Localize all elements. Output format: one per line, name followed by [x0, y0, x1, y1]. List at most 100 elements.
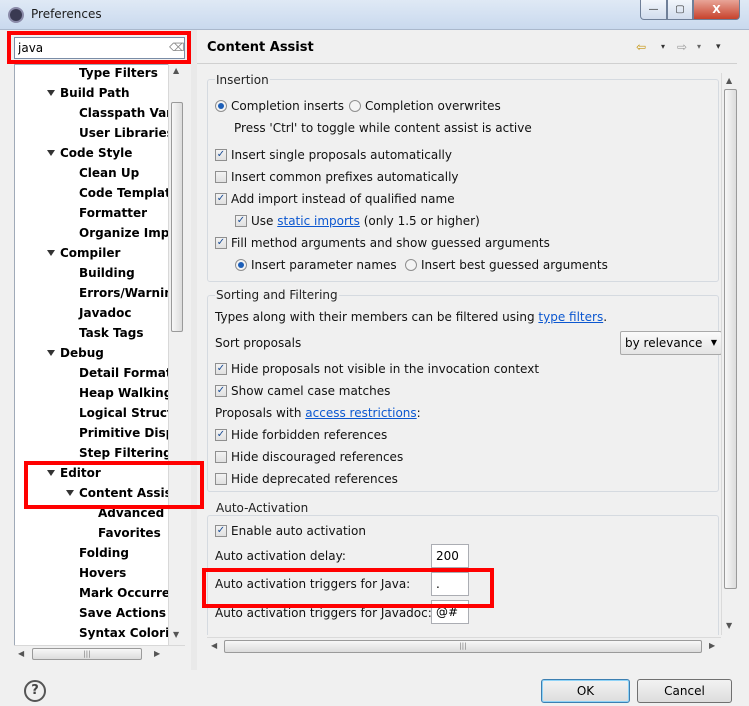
highlight-editor-content-assist: [24, 461, 204, 509]
checkbox-checked-icon[interactable]: ✓: [215, 237, 227, 249]
forward-arrow-icon[interactable]: ⇨: [677, 40, 687, 54]
tree-item[interactable]: Logical Structu: [15, 403, 183, 423]
scroll-right-arrow-icon[interactable]: ▶: [709, 641, 715, 650]
insertion-group-label: Insertion: [215, 73, 270, 87]
header-divider: [197, 63, 737, 64]
tree-item[interactable]: Code Style: [15, 143, 183, 163]
type-filters-text: Types along with their members can be fi…: [215, 310, 608, 324]
radio-unselected-icon[interactable]: [349, 100, 361, 112]
scroll-up-arrow-icon[interactable]: ▲: [726, 76, 732, 85]
tree-item[interactable]: Favorites: [15, 523, 183, 543]
checkbox-unchecked-icon[interactable]: [215, 171, 227, 183]
tree-item-label: Detail Formatt: [79, 366, 178, 380]
eclipse-app-icon: [8, 7, 24, 23]
access-restrictions-text: Proposals with access restrictions:: [215, 406, 421, 420]
tree-item[interactable]: Primitive Disp: [15, 423, 183, 443]
back-history-dropdown-icon[interactable]: ▾: [661, 42, 665, 51]
tree-item-label: Formatter: [79, 206, 148, 220]
tree-vertical-scrollbar[interactable]: ▲ ▼: [168, 64, 185, 646]
checkbox-checked-icon[interactable]: ✓: [215, 363, 227, 375]
tree-item-label: Step Filtering: [79, 446, 172, 460]
title-bar: Preferences — ▢ X: [0, 0, 749, 30]
expanded-triangle-icon[interactable]: [47, 250, 55, 256]
highlight-java-triggers: [202, 568, 494, 608]
content-hscroll-thumb[interactable]: |||: [224, 640, 702, 653]
radio-selected-icon[interactable]: [215, 100, 227, 112]
checkbox-checked-icon[interactable]: ✓: [215, 149, 227, 161]
preference-tree: Type Filters Build Path Classpath Vari User…: [14, 64, 184, 646]
tree-item[interactable]: Debug: [15, 343, 183, 363]
scroll-left-arrow-icon[interactable]: ◀: [211, 641, 217, 650]
scroll-down-arrow-icon[interactable]: ▼: [726, 621, 732, 630]
sort-proposals-select[interactable]: by relevance ▼: [620, 331, 722, 355]
auto-activation-group-label: Auto-Activation: [215, 501, 310, 515]
tree-item[interactable]: Hovers: [15, 563, 183, 583]
expanded-triangle-icon[interactable]: [47, 90, 55, 96]
checkbox-unchecked-icon[interactable]: [215, 473, 227, 485]
ok-button[interactable]: OK: [541, 679, 630, 703]
checkbox-unchecked-icon[interactable]: [215, 451, 227, 463]
tree-scroll-thumb[interactable]: [171, 102, 183, 332]
expanded-triangle-icon[interactable]: [47, 150, 55, 156]
content-horizontal-scrollbar[interactable]: ◀ ||| ▶: [207, 637, 721, 654]
maximize-button[interactable]: ▢: [667, 0, 693, 20]
tree-item[interactable]: Javadoc: [15, 303, 183, 323]
tree-item[interactable]: Code Templat: [15, 183, 183, 203]
minimize-button[interactable]: —: [640, 0, 667, 20]
tree-item[interactable]: Heap Walking: [15, 383, 183, 403]
view-menu-icon[interactable]: ▾: [716, 42, 721, 52]
checkbox-checked-icon[interactable]: ✓: [215, 385, 227, 397]
cancel-button[interactable]: Cancel: [637, 679, 732, 703]
radio-selected-icon[interactable]: [235, 259, 247, 271]
checkbox-checked-icon[interactable]: ✓: [215, 429, 227, 441]
scroll-left-arrow-icon[interactable]: ◀: [18, 649, 24, 658]
scroll-right-arrow-icon[interactable]: ▶: [154, 649, 160, 658]
scroll-down-arrow-icon[interactable]: ▼: [173, 630, 179, 639]
tree-item[interactable]: User Libraries: [15, 123, 183, 143]
tree-item[interactable]: Errors/Warnin: [15, 283, 183, 303]
tree-item[interactable]: Building: [15, 263, 183, 283]
checkbox-checked-icon[interactable]: ✓: [215, 525, 227, 537]
checkbox-checked-icon[interactable]: ✓: [215, 193, 227, 205]
delay-input[interactable]: 200: [431, 544, 469, 568]
tree-horizontal-scrollbar[interactable]: ◀ ||| ▶: [14, 645, 185, 662]
tree-item-label: Build Path: [60, 86, 130, 100]
tree-item[interactable]: Clean Up: [15, 163, 183, 183]
tree-item[interactable]: Save Actions: [15, 603, 183, 623]
sort-proposals-label: Sort proposals: [215, 336, 302, 350]
tree-item[interactable]: Syntax Colorin: [15, 623, 183, 643]
tree-item[interactable]: Formatter: [15, 203, 183, 223]
static-imports-link[interactable]: static imports: [277, 214, 360, 228]
delay-label: Auto activation delay:: [215, 549, 346, 563]
radio-unselected-icon[interactable]: [405, 259, 417, 271]
tree-item[interactable]: Type Filters: [15, 65, 183, 83]
access-restrictions-link[interactable]: access restrictions: [305, 406, 416, 420]
forward-history-dropdown-icon[interactable]: ▾: [697, 42, 701, 51]
tree-item[interactable]: Folding: [15, 543, 183, 563]
tree-item[interactable]: Task Tags: [15, 323, 183, 343]
tree-item-label: Save Actions: [79, 606, 167, 620]
tree-item-label: User Libraries: [79, 126, 174, 140]
tree-item-label: Folding: [79, 546, 129, 560]
checkbox-checked-icon[interactable]: ✓: [235, 215, 247, 227]
content-scroll-thumb[interactable]: [724, 89, 737, 589]
tree-item[interactable]: Build Path: [15, 83, 183, 103]
scroll-up-arrow-icon[interactable]: ▲: [173, 66, 179, 75]
tree-item[interactable]: Compiler: [15, 243, 183, 263]
tree-item[interactable]: Classpath Vari: [15, 103, 183, 123]
page-title: Content Assist: [207, 40, 314, 55]
tree-hscroll-thumb[interactable]: |||: [32, 648, 142, 660]
expanded-triangle-icon[interactable]: [47, 350, 55, 356]
type-filters-link[interactable]: type filters: [538, 310, 603, 324]
content-vertical-scrollbar[interactable]: ▲ ▼: [721, 73, 738, 635]
tree-item-label: Primitive Disp: [79, 426, 175, 440]
tree-item[interactable]: Step Filtering: [15, 443, 183, 463]
splitter-sash[interactable]: [191, 30, 197, 670]
back-arrow-icon[interactable]: ⇦: [636, 40, 646, 54]
tree-item-label: Mark Occurren: [79, 586, 179, 600]
tree-item[interactable]: Mark Occurren: [15, 583, 183, 603]
help-icon[interactable]: ?: [24, 680, 46, 702]
tree-item[interactable]: Organize Impo: [15, 223, 183, 243]
tree-item[interactable]: Detail Formatt: [15, 363, 183, 383]
close-button[interactable]: X: [693, 0, 740, 20]
